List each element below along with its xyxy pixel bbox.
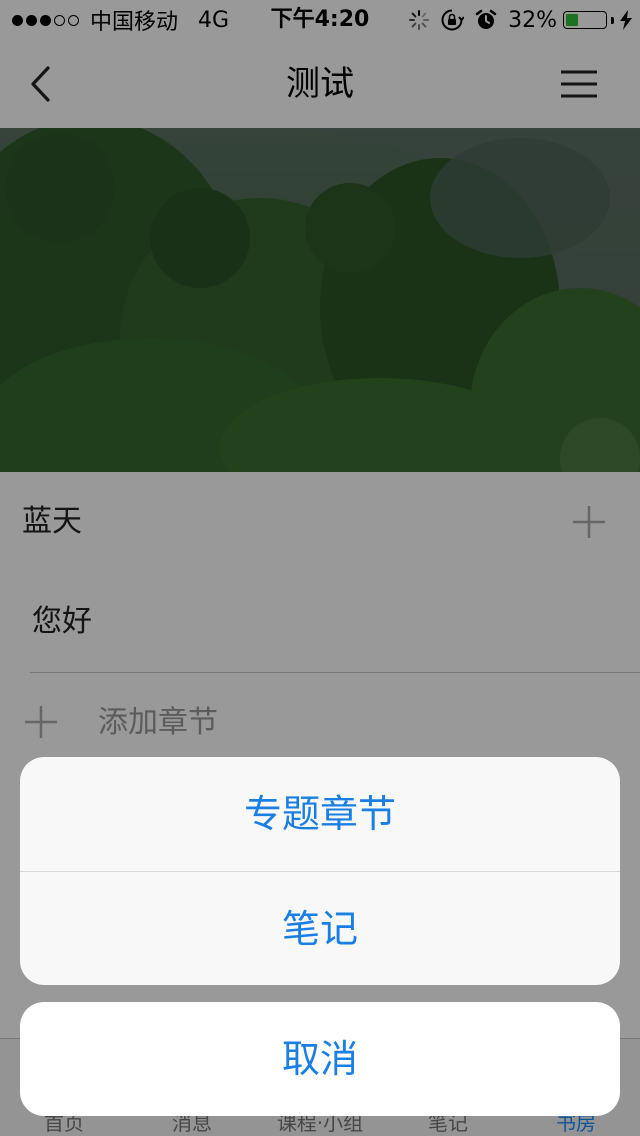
- action-sheet: 专题章节 笔记: [20, 757, 620, 985]
- cancel-sheet: 取消: [20, 1002, 620, 1116]
- cancel-button[interactable]: 取消: [20, 1002, 620, 1116]
- screen: 中国移动 4G 下午4:20 32% 测试 蓝天 您好 添加章节 首页 消息 课…: [0, 0, 640, 1136]
- topic-chapter-button[interactable]: 专题章节: [20, 757, 620, 871]
- note-button[interactable]: 笔记: [20, 871, 620, 985]
